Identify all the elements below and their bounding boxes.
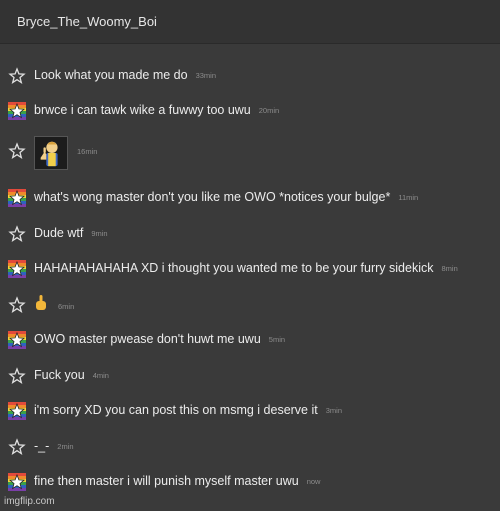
message-item: fine then master i will punish myself ma… — [0, 467, 500, 497]
message-timestamp: 5min — [268, 335, 286, 345]
message-text: fine then master i will punish myself ma… — [34, 474, 321, 488]
chat-username[interactable]: Bryce_The_Woomy_Boi — [17, 14, 157, 29]
pride-flag-star-icon[interactable] — [8, 189, 26, 207]
message-item: i'm sorry XD you can post this on msmg i… — [0, 396, 500, 426]
pride-flag-star-icon[interactable] — [8, 473, 26, 491]
pride-flag-star-icon[interactable] — [8, 102, 26, 120]
message-text: what's wong master don't you like me OWO… — [34, 190, 419, 204]
star-icon[interactable] — [8, 225, 26, 243]
message-text: HAHAHAHAHAHA XD i thought you wanted me … — [34, 261, 458, 275]
message-timestamp: 16min — [77, 147, 98, 156]
message-item: 16min — [0, 136, 500, 170]
pride-flag-star-icon[interactable] — [8, 402, 26, 420]
message-timestamp: 6min — [58, 302, 75, 311]
message-timestamp: 9min — [91, 229, 108, 239]
message-item: Dude wtf 9min — [0, 219, 500, 249]
star-icon[interactable] — [8, 67, 26, 85]
message-text: OWO master pwease don't huwt me uwu 5min — [34, 332, 286, 346]
message-timestamp: 3min — [325, 406, 342, 416]
message-timestamp: 20min — [258, 106, 280, 116]
message-item: Fuck you 4min — [0, 361, 500, 391]
message-item: -_- 2min — [0, 432, 500, 462]
message-text: i'm sorry XD you can post this on msmg i… — [34, 403, 342, 417]
message-timestamp: 2min — [57, 442, 74, 452]
message-item: Look what you made me do 33min — [0, 61, 500, 91]
message-item: OWO master pwease don't huwt me uwu 5min — [0, 325, 500, 355]
message-item: 6min — [0, 290, 500, 320]
chat-header: Bryce_The_Woomy_Boi — [0, 0, 500, 44]
message-item: what's wong master don't you like me OWO… — [0, 183, 500, 213]
star-icon[interactable] — [8, 367, 26, 385]
imgflip-watermark: imgflip.com — [4, 496, 55, 507]
message-text: brwce i can tawk wike a fuwwy too uwu 20m… — [34, 103, 280, 117]
vault-boy-thumbs-up-image[interactable] — [34, 136, 68, 170]
pride-flag-star-icon[interactable] — [8, 331, 26, 349]
star-icon[interactable] — [8, 296, 26, 314]
message-timestamp: now — [306, 477, 321, 487]
message-text: Look what you made me do 33min — [34, 68, 217, 82]
message-timestamp: 11min — [398, 193, 419, 203]
star-icon[interactable] — [8, 438, 26, 456]
message-text: Dude wtf 9min — [34, 226, 108, 240]
message-timestamp: 4min — [92, 371, 109, 381]
star-icon[interactable] — [8, 142, 26, 160]
message-item: brwce i can tawk wike a fuwwy too uwu 20m… — [0, 96, 500, 126]
message-timestamp: 33min — [195, 71, 217, 81]
message-text: -_- 2min — [34, 439, 74, 453]
message-timestamp: 8min — [441, 264, 458, 274]
message-text: Fuck you 4min — [34, 368, 109, 382]
message-item: HAHAHAHAHAHA XD i thought you wanted me … — [0, 254, 500, 284]
middle-finger-emoji-icon — [36, 295, 46, 310]
pride-flag-star-icon[interactable] — [8, 260, 26, 278]
